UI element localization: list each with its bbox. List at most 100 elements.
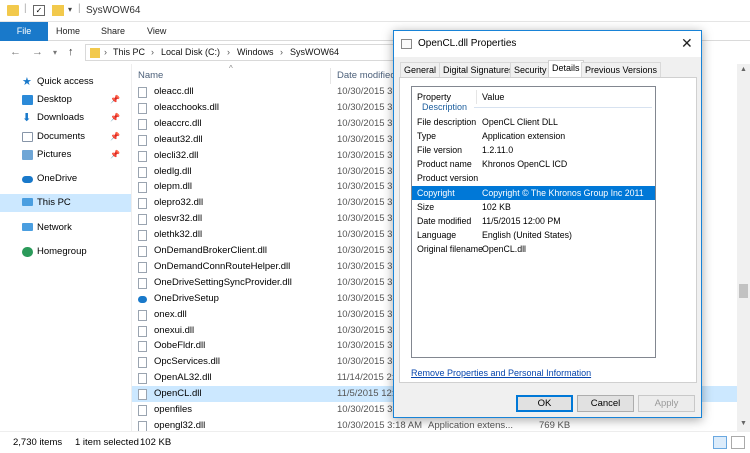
breadcrumb-chevron-icon[interactable]: › (227, 47, 230, 57)
large-icons-view-icon[interactable] (731, 436, 745, 449)
tab-digital-signatures[interactable]: Digital Signatures (439, 62, 518, 77)
property-row[interactable]: Product version (412, 171, 655, 185)
selection-size: 102 KB (140, 437, 172, 448)
column-divider[interactable] (476, 90, 477, 104)
new-folder-icon[interactable] (52, 5, 64, 16)
tab-previous-versions[interactable]: Previous Versions (581, 62, 662, 77)
nav-item-label: Documents (37, 131, 86, 142)
file-name: oleaut32.dll (154, 133, 203, 145)
recent-locations-icon[interactable]: ▾ (53, 48, 57, 57)
breadcrumb-local-disk[interactable]: Local Disk (C:) (161, 47, 220, 57)
nav-item-label: Desktop (37, 94, 72, 105)
tab-general[interactable]: General (400, 62, 441, 77)
property-name: Size (417, 201, 435, 212)
property-row[interactable]: File version 1.2.11.0 (412, 143, 655, 157)
property-row[interactable]: Product name Khronos OpenCL ICD (412, 157, 655, 171)
file-date-modified: 10/30/2015 3:1 (337, 149, 401, 161)
details-list[interactable]: Property Value Description File descript… (411, 86, 656, 358)
close-icon[interactable]: ✕ (681, 35, 693, 52)
breadcrumb-windows[interactable]: Windows (237, 47, 274, 57)
folder-icon (7, 5, 19, 16)
property-row[interactable]: File description OpenCL Client DLL (412, 115, 655, 129)
nav-item-pictures[interactable]: Pictures 📌 (0, 146, 131, 164)
column-header-property[interactable]: Property (417, 92, 451, 102)
qat-dropdown-icon[interactable]: ▾ (68, 5, 72, 14)
property-value: 102 KB (482, 201, 511, 212)
column-header-name[interactable]: Name (138, 70, 163, 81)
property-name: Copyright (417, 187, 455, 198)
breadcrumb-this-pc[interactable]: This PC (113, 47, 145, 57)
dll-file-icon (138, 357, 147, 369)
tab-file[interactable]: File (0, 22, 48, 41)
explorer-title-bar: | ✓ ▾ | SysWOW64 (0, 0, 750, 22)
breadcrumb-chevron-icon[interactable]: › (280, 47, 283, 57)
nav-item-onedrive[interactable]: OneDrive (0, 170, 131, 188)
property-name: Type (417, 131, 437, 142)
forward-arrow-icon[interactable]: → (32, 46, 43, 58)
scroll-thumb[interactable] (739, 284, 748, 298)
property-name: Original filename (417, 243, 484, 254)
nav-item-this-pc[interactable]: This PC (0, 194, 131, 212)
dll-file-icon (138, 373, 147, 385)
file-date-modified: 10/30/2015 3:1 (337, 308, 401, 320)
cancel-button[interactable]: Cancel (577, 395, 634, 412)
dll-file-icon (138, 325, 147, 337)
column-divider[interactable] (330, 68, 331, 84)
nav-item-quick-access[interactable]: ★ Quick access (0, 73, 131, 91)
star-icon: ★ (22, 76, 32, 88)
column-header-value[interactable]: Value (482, 92, 504, 102)
documents-icon (22, 132, 33, 142)
ok-button[interactable]: OK (516, 395, 573, 412)
breadcrumb-chevron-icon[interactable]: › (151, 47, 154, 57)
breadcrumb-chevron-icon[interactable]: › (104, 47, 107, 57)
file-date-modified: 11/14/2015 2:4 (337, 372, 400, 384)
property-row[interactable]: Date modified 11/5/2015 12:00 PM (412, 214, 655, 228)
tab-share[interactable]: Share (101, 22, 125, 41)
file-date-modified: 10/30/2015 3:1 (337, 197, 401, 209)
remove-properties-link[interactable]: Remove Properties and Personal Informati… (411, 368, 591, 378)
dll-file-icon (138, 134, 147, 146)
property-row[interactable]: Type Application extension (412, 129, 655, 143)
address-bar[interactable]: › This PC › Local Disk (C:) › Windows › … (85, 44, 405, 61)
nav-item-desktop[interactable]: Desktop 📌 (0, 91, 131, 109)
file-date-modified: 10/30/2015 3:1 (337, 101, 401, 113)
nav-item-homegroup[interactable]: Homegroup (0, 243, 131, 261)
details-view-icon[interactable] (713, 436, 727, 449)
file-date-modified: 10/30/2015 3:1 (337, 165, 401, 177)
scroll-up-icon[interactable]: ▲ (740, 66, 747, 73)
breadcrumb-syswow64[interactable]: SysWOW64 (290, 47, 339, 57)
nav-item-label: Network (37, 222, 72, 233)
properties-icon[interactable]: ✓ (33, 5, 45, 16)
nav-item-network[interactable]: Network (0, 219, 131, 237)
property-value: OpenCL.dll (482, 243, 527, 254)
desktop-icon (22, 95, 33, 105)
property-value: 1.2.11.0 (482, 145, 514, 156)
dialog-title: OpenCL.dll Properties (418, 38, 517, 49)
group-header-description: Description (422, 102, 468, 112)
property-row[interactable]: Copyright Copyright © The Khronos Group I… (412, 185, 655, 200)
file-name: openfiles (154, 404, 193, 415)
column-header-date-modified[interactable]: Date modified (337, 70, 396, 81)
vertical-scrollbar[interactable]: ▲ ▼ (737, 64, 750, 431)
group-divider (474, 107, 652, 108)
tab-home[interactable]: Home (56, 22, 80, 41)
tab-details[interactable]: Details (548, 60, 584, 78)
nav-item-downloads[interactable]: ⬇ Downloads 📌 (0, 109, 131, 127)
tab-view[interactable]: View (147, 22, 166, 41)
nav-item-label: Pictures (37, 149, 72, 160)
back-arrow-icon[interactable]: ← (10, 46, 21, 58)
property-value: Khronos OpenCL ICD (482, 159, 568, 170)
file-name: olethk32.dll (154, 229, 203, 241)
pin-icon: 📌 (110, 95, 120, 104)
property-row[interactable]: Size 102 KB (412, 200, 655, 214)
property-row[interactable]: Language English (United States) (412, 228, 655, 242)
details-panel: Property Value Description File descript… (399, 77, 697, 383)
file-name: OneDriveSetup (154, 292, 219, 304)
nav-item-documents[interactable]: Documents 📌 (0, 128, 131, 146)
up-arrow-icon[interactable]: ↑ (68, 46, 74, 58)
scroll-down-icon[interactable]: ▼ (740, 420, 747, 427)
file-date-modified: 10/30/2015 3:1 (337, 86, 401, 97)
tab-security[interactable]: Security (510, 62, 551, 77)
file-date-modified: 10/30/2015 3:1 (337, 340, 401, 352)
property-row[interactable]: Original filename OpenCL.dll (412, 242, 655, 256)
